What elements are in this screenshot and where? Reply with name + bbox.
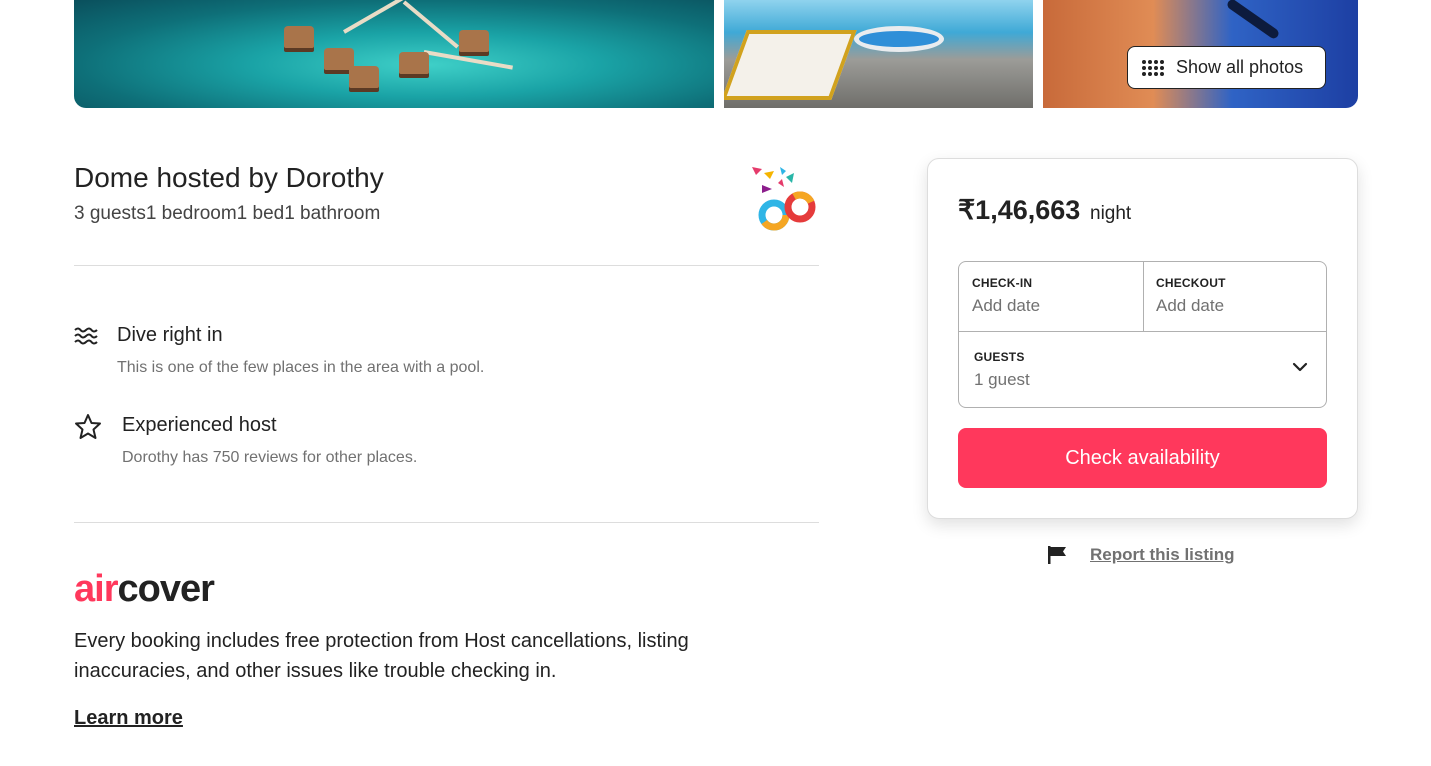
photo-pool-deck[interactable] — [724, 0, 1033, 108]
waves-icon — [74, 327, 98, 345]
aircover-description: Every booking includes free protection f… — [74, 630, 689, 682]
photo-detail — [854, 26, 944, 52]
checkin-label: CHECK-IN — [972, 276, 1033, 290]
guests-value: 1 guest — [974, 370, 1030, 389]
report-listing: Report this listing — [1046, 545, 1235, 565]
show-all-photos-label: Show all photos — [1176, 57, 1304, 77]
section-divider — [74, 522, 819, 523]
date-guest-picker: CHECK-IN Add date CHECKOUT Add date GUES… — [958, 261, 1327, 408]
photo-detail — [349, 66, 379, 88]
photo-detail — [402, 0, 459, 49]
listing-details: 3 guests1 bedroom1 bed1 bathroom — [74, 203, 381, 224]
feature-title-host: Experienced host — [122, 414, 277, 436]
check-availability-button[interactable]: Check availability — [958, 428, 1327, 488]
feature-desc-host: Dorothy has 750 reviews for other places… — [122, 449, 418, 466]
aircover-logo-cover: cover — [117, 568, 214, 610]
flag-icon — [1048, 546, 1066, 564]
section-divider — [74, 265, 819, 266]
show-all-photos-button[interactable]: Show all photos — [1127, 46, 1326, 89]
aircover-logo-air: air — [74, 568, 118, 610]
feature-desc-dive: This is one of the few places in the are… — [117, 359, 485, 376]
feature-title-dive: Dive right in — [117, 324, 223, 346]
guests-label: GUESTS — [974, 350, 1025, 364]
chevron-down-icon[interactable] — [1292, 362, 1308, 372]
star-icon — [75, 414, 101, 439]
photo-detail — [1225, 0, 1281, 41]
photo-main-overwater-villas[interactable] — [74, 0, 714, 108]
photo-detail — [284, 26, 314, 48]
booking-card: ₹1,46,663 night CHECK-IN Add date CHECKO… — [927, 158, 1358, 519]
photo-detail — [459, 30, 489, 52]
photo-detail — [399, 52, 429, 74]
aircover-logo: aircover — [74, 568, 215, 611]
host-avatar[interactable] — [748, 163, 820, 233]
checkout-label: CHECKOUT — [1156, 276, 1226, 290]
photo-detail — [423, 50, 513, 70]
listing-title: Dome hosted by Dorothy — [74, 162, 384, 193]
checkout-field[interactable]: CHECKOUT Add date — [1143, 262, 1327, 331]
checkin-value: Add date — [972, 296, 1041, 315]
nightly-price: ₹1,46,663 — [958, 195, 1081, 225]
report-listing-link[interactable]: Report this listing — [1090, 545, 1235, 565]
checkin-field[interactable]: CHECK-IN Add date — [959, 262, 1143, 331]
checkout-value: Add date — [1156, 296, 1225, 315]
grid-dots-icon — [1142, 59, 1164, 76]
photo-detail — [724, 30, 857, 100]
learn-more-link[interactable]: Learn more — [74, 707, 183, 730]
guests-field[interactable]: GUESTS 1 guest — [961, 336, 1325, 406]
picker-divider — [959, 331, 1326, 332]
price-unit: night — [1090, 203, 1132, 224]
